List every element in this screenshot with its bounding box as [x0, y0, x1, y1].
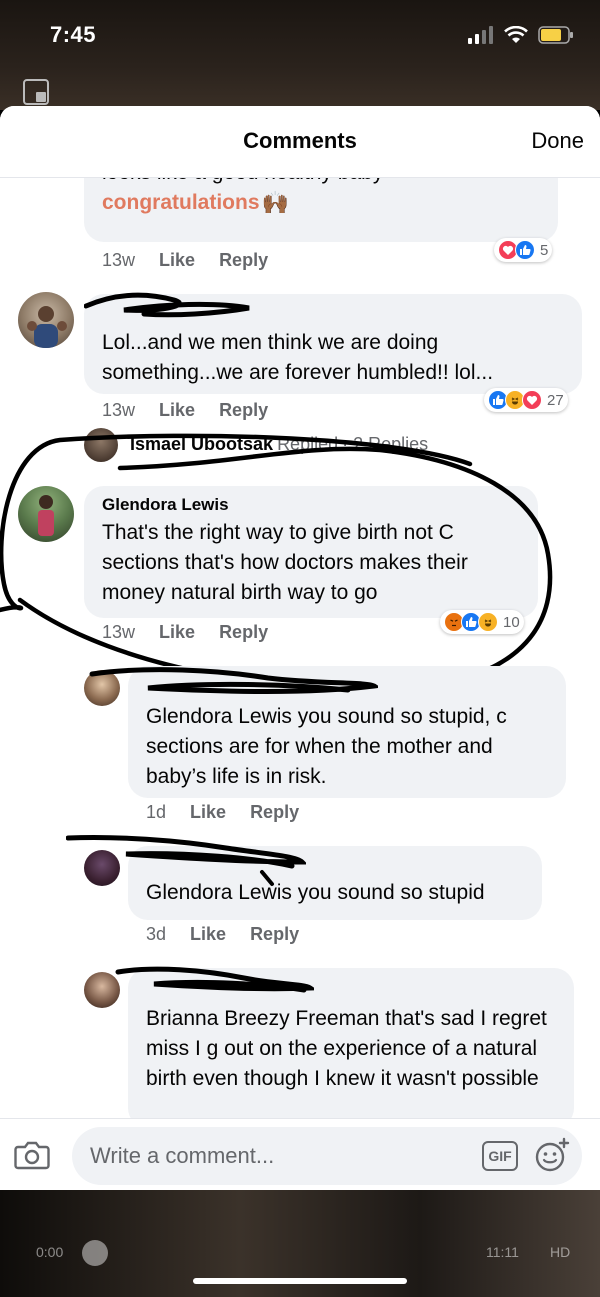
reply-count: · 2 Replies: [342, 434, 429, 454]
reply-bubble[interactable]: Glendora Lewis you sound so stupid: [128, 846, 542, 920]
like-button[interactable]: Like: [190, 924, 226, 945]
reaction-summary[interactable]: 5: [494, 238, 553, 262]
like-reaction-icon: [515, 240, 535, 260]
reply-bubble[interactable]: Brianna Breezy Freeman that's sad I regr…: [128, 968, 574, 1118]
video-quality[interactable]: HD: [550, 1244, 570, 1260]
signal-icon: [468, 26, 493, 44]
comments-feed[interactable]: looks like a good healthy baby congratul…: [0, 178, 600, 1118]
reply-action: Replied: [277, 434, 339, 454]
comment-meta: 13w Like Reply: [102, 622, 268, 643]
comment-meta: 3d Like Reply: [146, 924, 299, 945]
comment-text: Glendora Lewis you sound so stupid, c se…: [146, 705, 507, 788]
comment-text: Glendora Lewis you sound so stupid: [146, 881, 485, 904]
comment-time: 3d: [146, 924, 167, 944]
camera-icon[interactable]: [14, 1139, 50, 1171]
comment-text: Brianna Breezy Freeman that's sad I regr…: [146, 1007, 547, 1090]
home-indicator: [193, 1278, 407, 1284]
like-button[interactable]: Like: [159, 400, 195, 421]
love-reaction-icon: [522, 390, 542, 410]
reaction-count: 5: [540, 241, 549, 259]
comment-meta: 13w Like Reply: [102, 400, 268, 421]
avatar[interactable]: [84, 972, 120, 1008]
avatar[interactable]: [18, 292, 74, 348]
emoji-sticker-icon[interactable]: [534, 1137, 570, 1173]
comment-text: That's the right way to give birth not C…: [102, 521, 468, 604]
reply-bubble[interactable]: Glendora Lewis you sound so stupid, c se…: [128, 666, 566, 798]
comment-bubble[interactable]: Lol...and we men think we are doing some…: [84, 294, 582, 394]
comment-bubble[interactable]: looks like a good healthy baby congratul…: [84, 178, 558, 242]
haha-reaction-icon: [478, 612, 498, 632]
like-button[interactable]: Like: [159, 250, 195, 271]
avatar[interactable]: [18, 486, 74, 542]
comment-text: looks like a good healthy baby: [102, 178, 542, 188]
reply-button[interactable]: Reply: [219, 400, 268, 421]
like-button[interactable]: Like: [190, 802, 226, 823]
reply-button[interactable]: Reply: [250, 924, 299, 945]
comment-composer: GIF: [0, 1118, 600, 1192]
avatar[interactable]: [84, 428, 118, 462]
avatar[interactable]: [84, 850, 120, 886]
picture-in-picture-icon[interactable]: [22, 78, 50, 106]
wifi-icon: [504, 26, 528, 43]
status-icons: [468, 26, 574, 44]
sheet-title: Comments: [243, 128, 357, 153]
reaction-count: 10: [503, 613, 520, 631]
reaction-summary[interactable]: 10: [440, 610, 524, 634]
comment-time: 13w: [102, 622, 136, 642]
reaction-count: 27: [547, 391, 564, 409]
reply-button[interactable]: Reply: [219, 622, 268, 643]
comment-meta: 13w Like Reply: [102, 250, 268, 271]
status-time: 7:45: [50, 22, 97, 47]
gif-button[interactable]: GIF: [482, 1141, 518, 1171]
like-button[interactable]: Like: [159, 622, 195, 643]
reply-button[interactable]: Reply: [250, 802, 299, 823]
video-background-top: [0, 0, 600, 110]
replies-preview[interactable]: Ismael Ubootsak Replied · 2 Replies: [130, 434, 428, 455]
reaction-summary[interactable]: 27: [484, 388, 568, 412]
comment-text-highlight: congratulations: [102, 191, 260, 214]
praise-hands-icon: 🙌🏾: [261, 190, 289, 215]
reply-button[interactable]: Reply: [219, 250, 268, 271]
video-elapsed: 0:00: [36, 1244, 64, 1260]
done-button[interactable]: Done: [531, 128, 584, 154]
video-scrubber-handle[interactable]: [82, 1240, 108, 1266]
comment-bubble[interactable]: Glendora Lewis That's the right way to g…: [84, 486, 538, 618]
battery-icon: [538, 26, 573, 44]
comment-time: 13w: [102, 250, 136, 270]
comment-meta: 1d Like Reply: [146, 802, 299, 823]
comment-text: Lol...and we men think we are doing some…: [102, 331, 494, 384]
comments-sheet: Comments Done looks like a good healthy …: [0, 106, 600, 1192]
sheet-header: Comments Done: [0, 106, 600, 178]
avatar[interactable]: [84, 670, 120, 706]
reply-author: Ismael Ubootsak: [130, 434, 274, 454]
comment-author: Glendora Lewis: [102, 495, 229, 514]
video-duration: 11:11: [486, 1244, 519, 1260]
comment-time: 1d: [146, 802, 167, 822]
comment-time: 13w: [102, 400, 136, 420]
